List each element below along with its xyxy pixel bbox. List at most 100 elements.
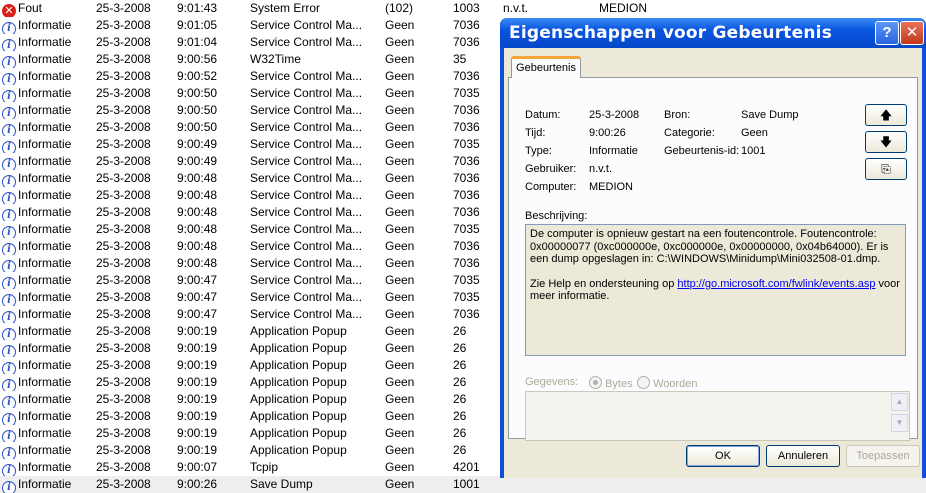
event-id-cell: 26 <box>453 409 467 423</box>
words-radio-button[interactable] <box>637 376 650 389</box>
type-text: Informatie <box>18 409 72 423</box>
event-id-cell: 7036 <box>453 35 480 49</box>
tab-panel: Datum: 25-3-2008 Tijd: 9:00:26 Type: Inf… <box>508 77 918 441</box>
previous-event-button[interactable]: 🡅 <box>865 104 907 126</box>
event-row[interactable]: i Informatie 25-3-2008 9:00:26 Save Dump Geen… <box>0 476 926 493</box>
apply-button[interactable]: Toepassen <box>846 445 920 467</box>
category-cell: Geen <box>385 443 415 457</box>
category-cell: Geen <box>385 477 415 491</box>
event-id-cell: 7036 <box>453 120 480 134</box>
date-cell: 25-3-2008 <box>96 1 151 15</box>
category-cell: Geen <box>385 188 415 202</box>
type-text: Informatie <box>18 137 72 151</box>
info-icon: i <box>2 107 16 119</box>
type-cell: i Informatie <box>2 357 92 374</box>
copy-button[interactable]: ⎘ <box>865 158 907 180</box>
event-id-cell: 7036 <box>453 103 480 117</box>
date-cell: 25-3-2008 <box>96 222 151 236</box>
type-text: Informatie <box>18 205 72 219</box>
date-cell: 25-3-2008 <box>96 324 151 338</box>
type-text: Informatie <box>18 358 72 372</box>
data-label: Gegevens: <box>525 376 579 388</box>
type-cell: i Informatie <box>2 255 92 272</box>
type-text: Informatie <box>18 273 72 287</box>
scroll-up-icon[interactable]: ▲ <box>891 393 908 411</box>
date-cell: 25-3-2008 <box>96 358 151 372</box>
info-icon: i <box>2 447 16 459</box>
type-text: Informatie <box>18 392 72 406</box>
bytes-radio-button[interactable] <box>589 376 602 389</box>
info-icon: i <box>2 175 16 187</box>
date-cell: 25-3-2008 <box>96 341 151 355</box>
computer-value: MEDION <box>589 181 633 193</box>
scroll-down-icon[interactable]: ▼ <box>891 414 908 432</box>
words-radio[interactable]: Woorden <box>637 376 698 390</box>
time-label: Tijd: <box>525 127 546 139</box>
type-cell: i Informatie <box>2 272 92 289</box>
computer-cell <box>599 476 719 493</box>
date-cell: 25-3-2008 <box>96 52 151 66</box>
close-button[interactable]: ✕ <box>900 21 924 45</box>
info-icon: i <box>2 345 16 357</box>
cancel-button[interactable]: Annuleren <box>766 445 840 467</box>
date-value: 25-3-2008 <box>589 109 640 121</box>
info-icon: i <box>2 311 16 323</box>
info-icon: i <box>2 260 16 272</box>
date-cell: 25-3-2008 <box>96 137 151 151</box>
dialog-titlebar[interactable]: Eigenschappen voor Gebeurtenis ? ✕ <box>500 18 926 48</box>
description-box[interactable]: De computer is opnieuw gestart na een fo… <box>525 224 906 356</box>
time-cell: 9:00:50 <box>177 86 218 100</box>
info-icon: i <box>2 192 16 204</box>
type-cell: i Informatie <box>2 340 92 357</box>
type-cell: i Informatie <box>2 442 92 459</box>
type-label: Type: <box>525 145 552 157</box>
time-cell: 9:00:48 <box>177 256 218 270</box>
ok-button[interactable]: OK <box>686 445 760 467</box>
date-cell: 25-3-2008 <box>96 86 151 100</box>
help-button[interactable]: ? <box>875 21 899 45</box>
time-cell: 9:00:19 <box>177 324 218 338</box>
type-text: Informatie <box>18 103 72 117</box>
help-link[interactable]: http://go.microsoft.com/fwlink/events.as… <box>677 278 875 290</box>
category-cell: Geen <box>385 324 415 338</box>
bytes-radio[interactable]: Bytes <box>589 376 633 390</box>
type-text: Informatie <box>18 426 72 440</box>
category-value: Geen <box>741 127 768 139</box>
source-cell: Service Control Ma... <box>250 103 363 117</box>
user-value: n.v.t. <box>589 163 613 175</box>
category-cell: Geen <box>385 171 415 185</box>
time-cell: 9:00:49 <box>177 154 218 168</box>
date-cell: 25-3-2008 <box>96 120 151 134</box>
event-id-cell: 7035 <box>453 222 480 236</box>
type-cell: i Informatie <box>2 459 92 476</box>
category-cell: Geen <box>385 69 415 83</box>
time-cell: 9:00:19 <box>177 375 218 389</box>
tab-gebeurtenis[interactable]: Gebeurtenis <box>511 56 581 78</box>
time-cell: 9:00:47 <box>177 290 218 304</box>
info-icon: i <box>2 209 16 221</box>
data-box[interactable]: ▲ ▼ <box>525 391 910 441</box>
type-cell: i Informatie <box>2 102 92 119</box>
info-icon: i <box>2 464 16 476</box>
category-cell: Geen <box>385 256 415 270</box>
info-icon: i <box>2 362 16 374</box>
type-text: Informatie <box>18 239 72 253</box>
type-cell: i Informatie <box>2 170 92 187</box>
date-cell: 25-3-2008 <box>96 69 151 83</box>
event-row[interactable]: ✕ Fout 25-3-2008 9:01:43 System Error (102) 10… <box>0 0 926 17</box>
event-id-cell: 1001 <box>453 477 480 491</box>
error-icon: ✕ <box>2 4 16 17</box>
type-text: Informatie <box>18 460 72 474</box>
type-cell: i Informatie <box>2 85 92 102</box>
source-cell: Service Control Ma... <box>250 69 363 83</box>
next-event-button[interactable]: 🡇 <box>865 131 907 153</box>
date-cell: 25-3-2008 <box>96 188 151 202</box>
source-cell: Application Popup <box>250 426 347 440</box>
source-cell: Service Control Ma... <box>250 222 363 236</box>
time-cell: 9:00:19 <box>177 341 218 355</box>
time-cell: 9:00:49 <box>177 137 218 151</box>
time-cell: 9:01:43 <box>177 1 218 15</box>
info-icon: i <box>2 124 16 136</box>
time-cell: 9:01:05 <box>177 18 218 32</box>
source-cell: Service Control Ma... <box>250 120 363 134</box>
